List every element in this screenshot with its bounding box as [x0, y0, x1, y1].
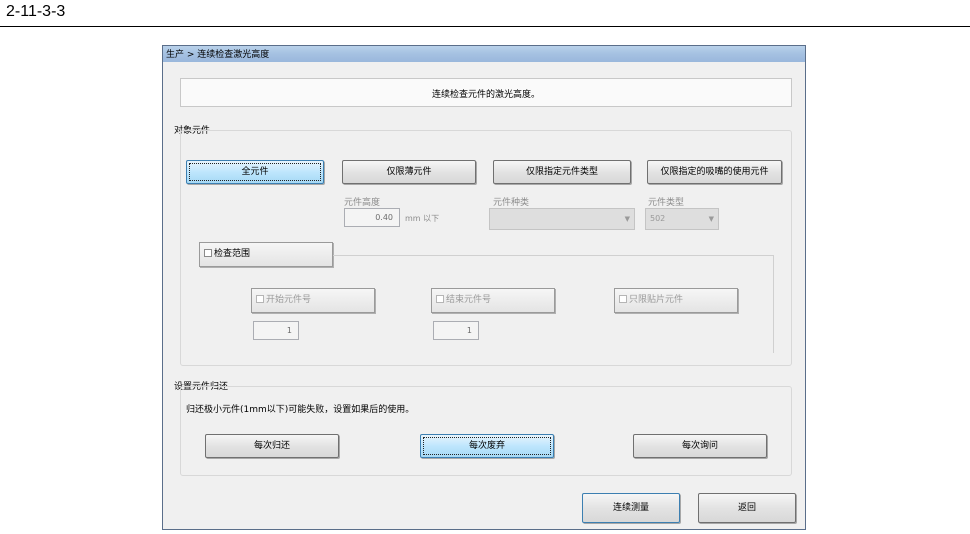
part-height-input[interactable]: 0.40 [344, 208, 400, 227]
dialog-window: 生产 > 连续检查激光高度 连续检查元件的激光高度。 对象元件 全元件 仅限薄元… [162, 45, 806, 530]
start-part-input[interactable]: 1 [253, 321, 299, 340]
return-setting-note: 归还极小元件(1mm以下)可能失败，设置如果后的使用。 [186, 405, 415, 415]
part-type-select[interactable]: 502 ▼ [645, 208, 719, 230]
checkbox-icon [256, 295, 264, 303]
check-range-frame-top [333, 255, 773, 256]
title-bar: 生产 > 连续检查激光高度 [163, 46, 805, 62]
mount-only-label: 只限贴片元件 [629, 295, 684, 305]
checkbox-icon [619, 295, 627, 303]
part-height-unit: mm 以下 [405, 214, 440, 223]
part-height-label: 元件高度 [344, 198, 381, 208]
end-part-label: 结束元件号 [446, 295, 492, 305]
section-number: 2-11-3-3 [6, 3, 66, 20]
back-button[interactable]: 返回 [698, 493, 796, 523]
all-parts-button[interactable]: 全元件 [186, 160, 324, 184]
end-part-input[interactable]: 1 [433, 321, 479, 340]
check-range-label: 检查范围 [214, 249, 251, 259]
window-title: 生产 > 连续检查激光高度 [166, 50, 270, 60]
part-type-label: 元件类型 [648, 198, 685, 208]
end-part-toggle[interactable]: 结束元件号 [431, 288, 555, 313]
part-kind-select[interactable]: ▼ [489, 208, 635, 230]
ask-each-time-button[interactable]: 每次询问 [633, 434, 767, 458]
banner-text: 连续检查元件的激光高度。 [431, 90, 540, 100]
instruction-banner: 连续检查元件的激光高度。 [180, 78, 792, 107]
heading-rule [0, 26, 970, 27]
thin-parts-only-button[interactable]: 仅限薄元件 [342, 160, 476, 184]
part-kind-label: 元件种类 [493, 198, 530, 208]
return-setting-group [180, 386, 792, 476]
checkbox-icon [204, 249, 212, 257]
chevron-down-icon: ▼ [708, 215, 714, 223]
mount-only-toggle[interactable]: 只限贴片元件 [614, 288, 738, 313]
discard-each-time-button[interactable]: 每次废弃 [420, 434, 554, 458]
checkbox-icon [436, 295, 444, 303]
chevron-down-icon: ▼ [624, 215, 630, 223]
part-type-value: 502 [650, 214, 666, 223]
check-range-toggle[interactable]: 检查范围 [199, 242, 333, 267]
check-range-frame-right [773, 255, 774, 353]
start-part-toggle[interactable]: 开始元件号 [251, 288, 375, 313]
continuous-measure-button[interactable]: 连续测量 [582, 493, 680, 523]
start-part-label: 开始元件号 [266, 295, 312, 305]
nozzle-parts-only-button[interactable]: 仅限指定的吸嘴的使用元件 [647, 160, 782, 184]
return-each-time-button[interactable]: 每次归还 [205, 434, 339, 458]
part-type-only-button[interactable]: 仅限指定元件类型 [493, 160, 631, 184]
